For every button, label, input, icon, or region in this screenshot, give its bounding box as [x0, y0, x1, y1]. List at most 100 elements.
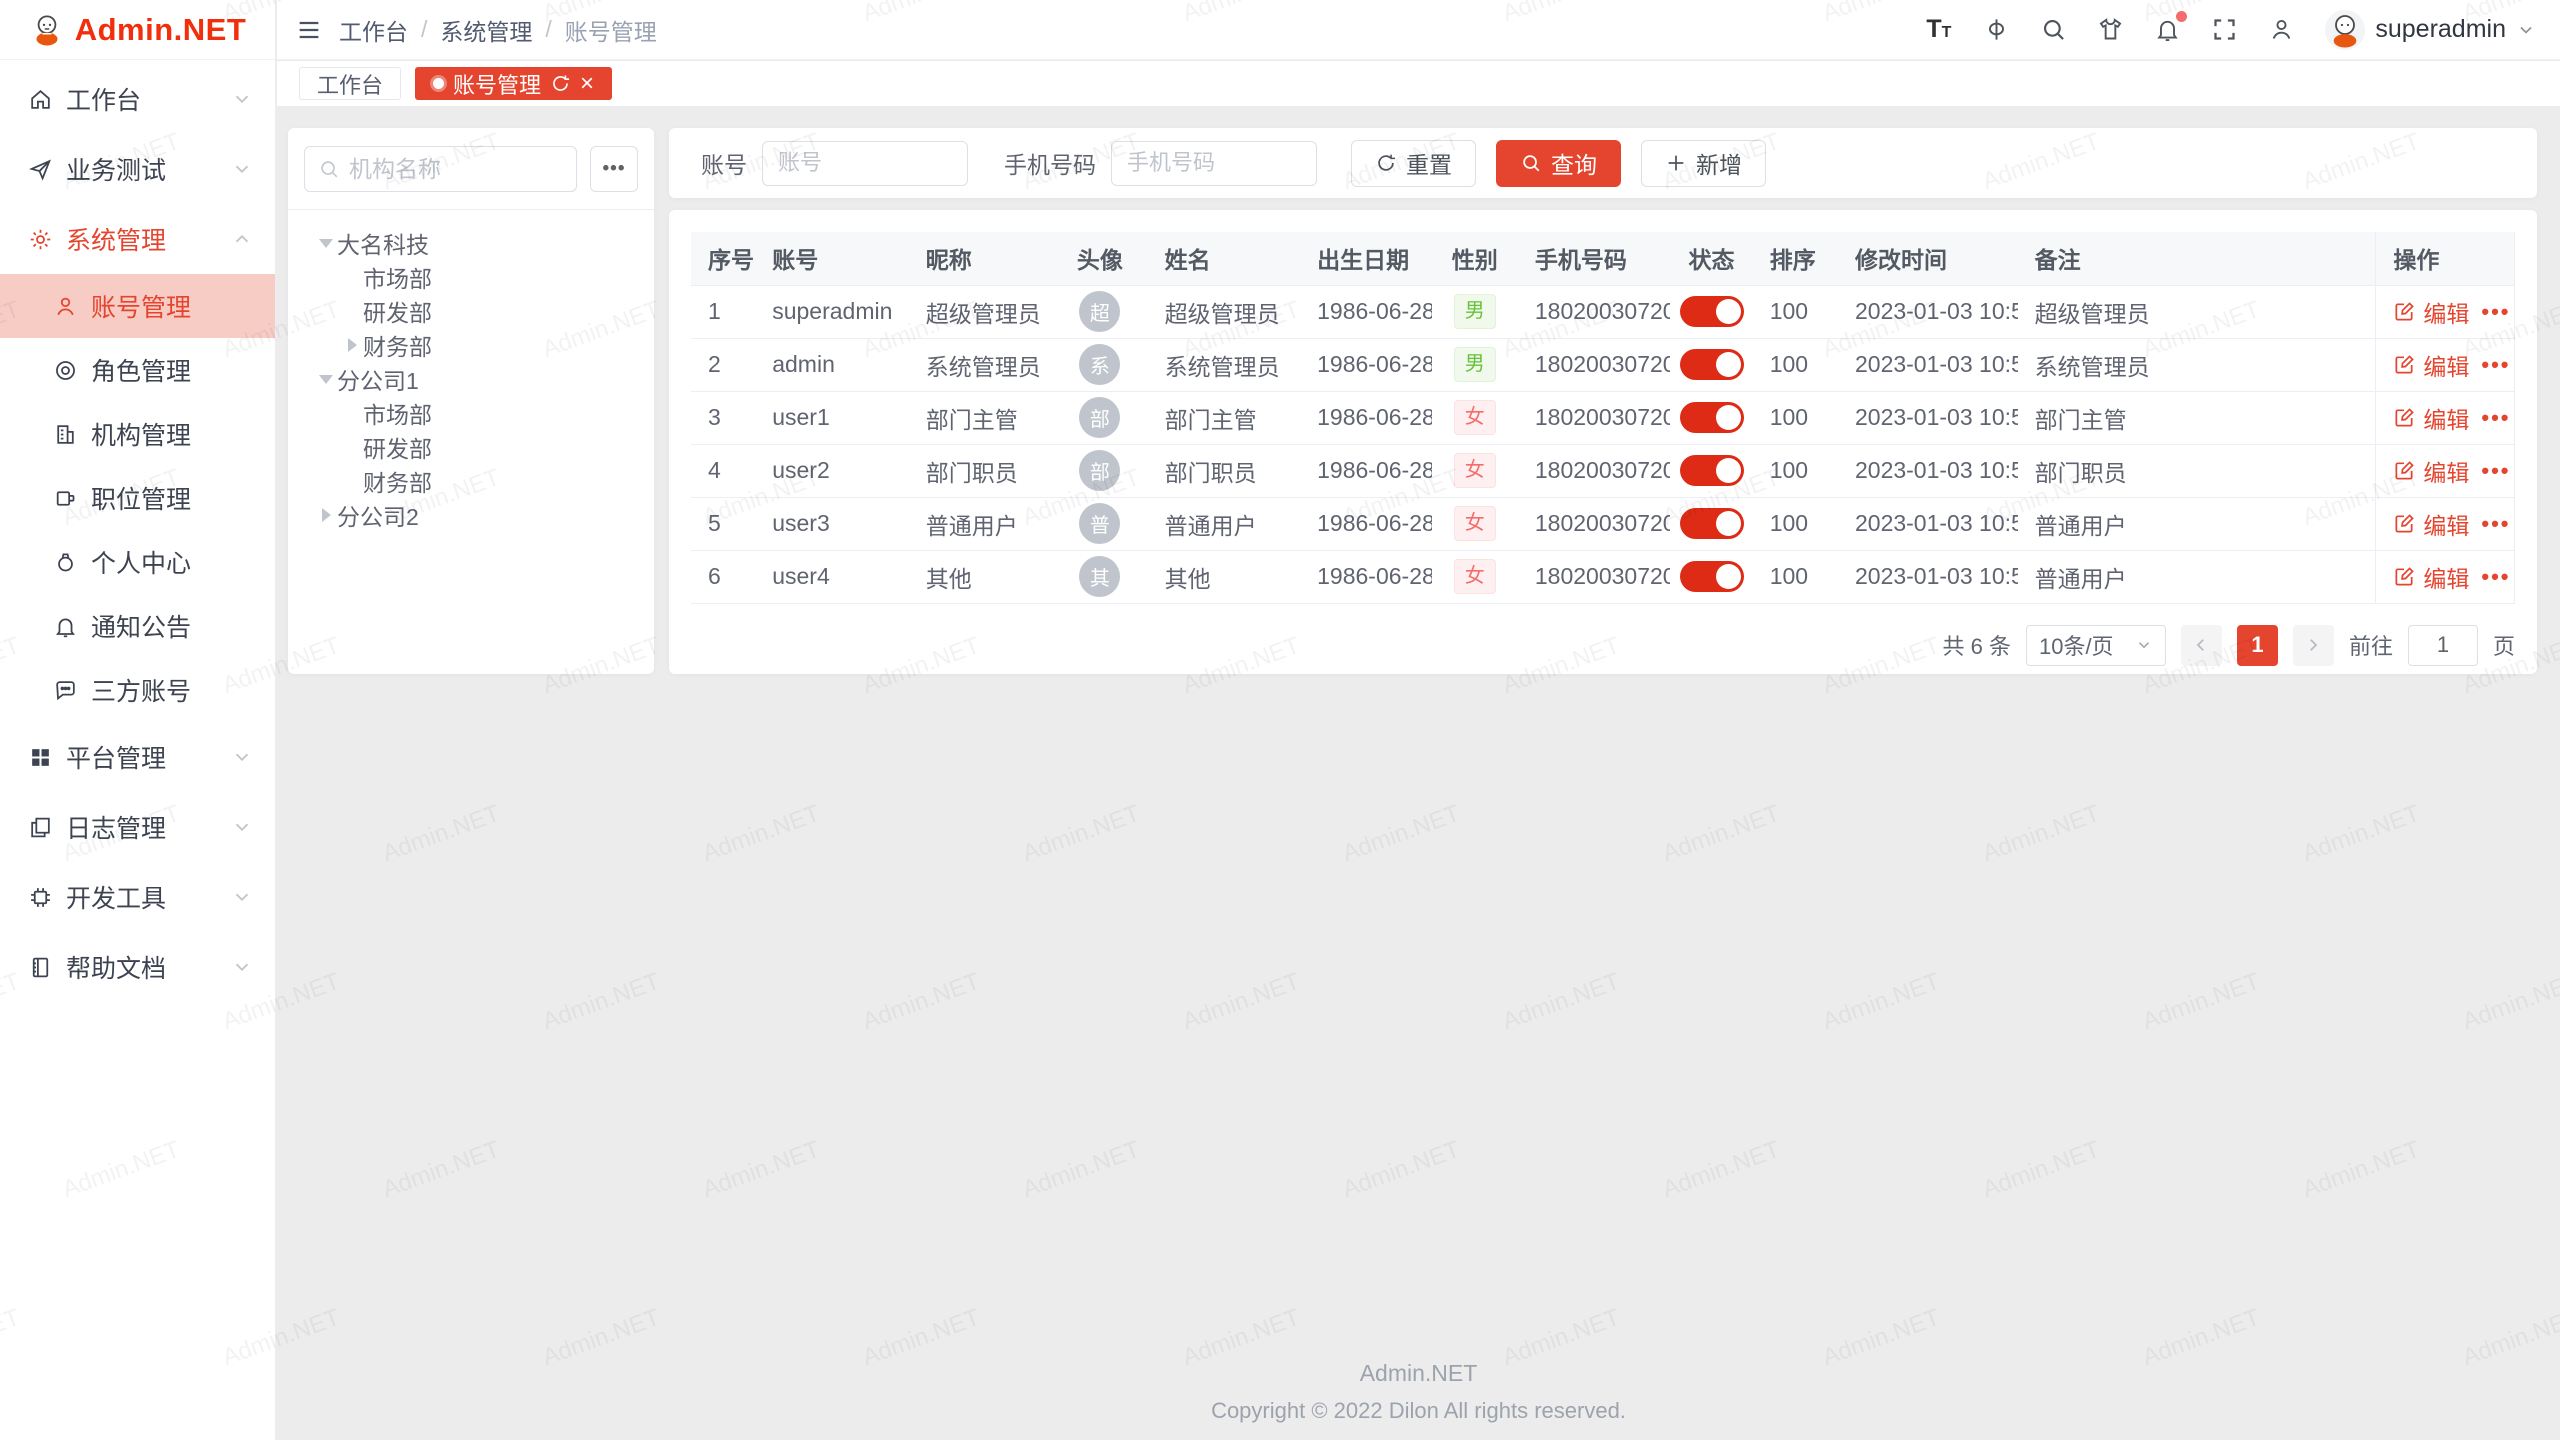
page-size-select[interactable]: 10条/页 [2026, 625, 2166, 666]
account-label: 账号 [701, 146, 747, 180]
tree-caret-icon[interactable] [340, 338, 363, 352]
tree-caret-icon[interactable] [314, 231, 337, 255]
sidebar-item-开发工具[interactable]: 开发工具 [0, 862, 275, 932]
status-toggle[interactable] [1680, 402, 1744, 433]
more-actions-button[interactable]: ••• [2481, 405, 2510, 431]
cell-birth: 1986-06-28 [1300, 550, 1431, 603]
gender-tag: 男 [1454, 294, 1496, 329]
tree-node-label: 大名科技 [337, 226, 429, 260]
more-actions-button[interactable]: ••• [2481, 299, 2510, 325]
sidebar-item-业务测试[interactable]: 业务测试 [0, 134, 275, 204]
chevron-down-icon [231, 88, 253, 110]
more-actions-button[interactable]: ••• [2481, 352, 2510, 378]
sidebar-item-帮助文档[interactable]: 帮助文档 [0, 932, 275, 1002]
cell-op: 编辑 ••• [2376, 444, 2515, 497]
sidebar-item-工作台[interactable]: 工作台 [0, 64, 275, 134]
status-toggle[interactable] [1680, 349, 1744, 380]
status-toggle[interactable] [1680, 296, 1744, 327]
search-icon[interactable] [2040, 16, 2067, 43]
tree-node-研发部[interactable]: 研发部 [288, 294, 654, 328]
tree-node-分公司2[interactable]: 分公司2 [288, 498, 654, 532]
edit-icon [2393, 300, 2416, 323]
font-size-icon[interactable]: TT [1926, 16, 1953, 43]
tree-node-label: 研发部 [363, 430, 432, 464]
row-actions: 编辑••• [2393, 560, 2497, 594]
row-actions: 编辑••• [2393, 401, 2497, 435]
edit-button[interactable]: 编辑 [2393, 454, 2469, 488]
tree-caret-icon[interactable] [314, 508, 337, 522]
topbar: 工作台/系统管理/账号管理 TTsuperadmin [277, 0, 2560, 60]
org-more-button[interactable]: ••• [590, 146, 638, 192]
notification-icon[interactable] [2154, 16, 2181, 43]
phone-input[interactable] [1111, 141, 1317, 186]
sidebar-item-机构管理[interactable]: 机构管理 [0, 402, 275, 466]
avatar: 部 [1079, 450, 1120, 491]
more-actions-button[interactable]: ••• [2481, 458, 2510, 484]
breadcrumb-item[interactable]: 工作台 [339, 13, 408, 47]
theme-icon[interactable] [2097, 16, 2124, 43]
sidebar-item-label: 职位管理 [91, 480, 253, 516]
sidebar-item-label: 账号管理 [91, 288, 253, 324]
edit-button[interactable]: 编辑 [2393, 295, 2469, 329]
sidebar-item-通知公告[interactable]: 通知公告 [0, 594, 275, 658]
edit-button[interactable]: 编辑 [2393, 348, 2469, 382]
status-toggle[interactable] [1680, 561, 1744, 592]
position-icon [53, 486, 78, 511]
person-icon[interactable] [2268, 16, 2295, 43]
cell-birth: 1986-06-28 [1300, 391, 1431, 444]
sidebar-item-系统管理[interactable]: 系统管理 [0, 204, 275, 274]
tree-node-财务部[interactable]: 财务部 [288, 328, 654, 362]
cell-op: 编辑 ••• [2376, 285, 2515, 338]
reset-button[interactable]: 重置 [1351, 140, 1476, 187]
tree-caret-icon[interactable] [314, 367, 337, 391]
current-page-button[interactable]: 1 [2237, 625, 2278, 666]
cell-index: 5 [691, 497, 755, 550]
tab-账号管理[interactable]: 账号管理× [415, 67, 612, 100]
tree-node-研发部[interactable]: 研发部 [288, 430, 654, 464]
column-header-remark: 备注 [2018, 232, 2376, 285]
sidebar-item-平台管理[interactable]: 平台管理 [0, 722, 275, 792]
sidebar-item-三方账号[interactable]: 三方账号 [0, 658, 275, 722]
brand-name: Admin.NET [75, 12, 247, 48]
close-icon[interactable]: × [580, 72, 594, 96]
sidebar-item-个人中心[interactable]: 个人中心 [0, 530, 275, 594]
tab-工作台[interactable]: 工作台 [299, 67, 401, 100]
active-tab-dot [433, 78, 444, 89]
fullscreen-icon[interactable] [2211, 16, 2238, 43]
sidebar-item-职位管理[interactable]: 职位管理 [0, 466, 275, 530]
user-menu[interactable]: superadmin [2325, 10, 2536, 50]
edit-button[interactable]: 编辑 [2393, 560, 2469, 594]
tree-node-市场部[interactable]: 市场部 [288, 260, 654, 294]
account-input[interactable] [762, 141, 968, 186]
sidebar-item-日志管理[interactable]: 日志管理 [0, 792, 275, 862]
tree-node-财务部[interactable]: 财务部 [288, 464, 654, 498]
sidebar-item-label: 业务测试 [66, 151, 231, 187]
prev-page-button[interactable] [2181, 625, 2222, 666]
search-button[interactable]: 查询 [1496, 140, 1621, 187]
goto-page-input[interactable] [2408, 625, 2478, 666]
edit-label: 编辑 [2423, 295, 2469, 329]
add-button[interactable]: 新增 [1641, 140, 1766, 187]
sidebar-item-角色管理[interactable]: 角色管理 [0, 338, 275, 402]
language-icon[interactable] [1983, 16, 2010, 43]
status-toggle[interactable] [1680, 508, 1744, 539]
tree-node-市场部[interactable]: 市场部 [288, 396, 654, 430]
tree-node-大名科技[interactable]: 大名科技 [288, 226, 654, 260]
next-page-button[interactable] [2293, 625, 2334, 666]
edit-button[interactable]: 编辑 [2393, 507, 2469, 541]
tree-node-分公司1[interactable]: 分公司1 [288, 362, 654, 396]
status-toggle[interactable] [1680, 455, 1744, 486]
org-search-input[interactable] [349, 156, 563, 183]
collapse-menu-icon[interactable] [295, 16, 323, 44]
cell-index: 1 [691, 285, 755, 338]
refresh-icon[interactable] [550, 73, 571, 94]
sidebar-item-账号管理[interactable]: 账号管理 [0, 274, 275, 338]
more-actions-button[interactable]: ••• [2481, 564, 2510, 590]
more-actions-button[interactable]: ••• [2481, 511, 2510, 537]
breadcrumb-item[interactable]: 系统管理 [440, 13, 532, 47]
edit-button[interactable]: 编辑 [2393, 401, 2469, 435]
edit-icon [2393, 459, 2416, 482]
chevron-down-icon [2135, 636, 2153, 654]
cell-name: 普通用户 [1148, 497, 1301, 550]
sidebar-item-label: 角色管理 [91, 352, 253, 388]
